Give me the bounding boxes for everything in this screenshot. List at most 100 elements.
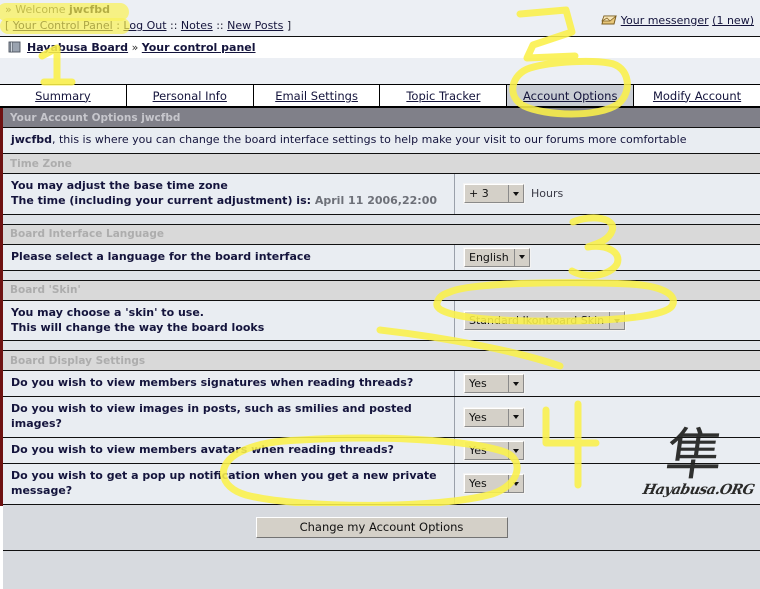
view-signatures-value: Yes (469, 377, 487, 391)
your-messenger-link[interactable]: Your messenger (621, 14, 709, 27)
welcome-text: » Welcome jwcfbd (5, 3, 110, 16)
book-icon (8, 41, 22, 53)
view-images-value: Yes (469, 410, 487, 424)
row-view-avatars-label: Do you wish to view members avatars when… (3, 438, 455, 464)
row-language-label: Please select a language for the board i… (3, 244, 455, 270)
skin-label-line1: You may choose a 'skin' to use. (11, 305, 204, 319)
tab-email-settings[interactable]: Email Settings (253, 85, 381, 106)
link-sep-3: :: (212, 19, 228, 32)
pm-popup-value: Yes (469, 477, 487, 491)
bracket-open: [ (5, 19, 13, 32)
row-skin-control: Standard Ikonboard Skin (455, 301, 760, 341)
row-skin: You may choose a 'skin' to use. This wil… (3, 300, 760, 342)
link-sep-2: :: (166, 19, 181, 32)
bracket-close: ] (283, 19, 292, 32)
change-account-options-button[interactable]: Change my Account Options (255, 516, 508, 538)
row-view-signatures-label: Do you wish to view members signatures w… (3, 371, 455, 397)
panel-intro-text: , this is where you can change the board… (52, 133, 687, 146)
chevron-down-icon (508, 475, 523, 493)
view-avatars-value: Yes (469, 444, 487, 458)
row-view-images-control: Yes (455, 397, 760, 437)
view-signatures-select[interactable]: Yes (464, 374, 524, 394)
tab-email-settings-label: Email Settings (275, 88, 358, 103)
row-timezone-control: + 3 Hours (455, 174, 760, 214)
timezone-current-time: April 11 2006,22:00 (314, 193, 438, 207)
tab-personal-info-label: Personal Info (152, 88, 227, 103)
panel-intro-row: jwcfbd, this is where you can change the… (3, 128, 760, 154)
row-view-avatars-control: Yes (455, 438, 760, 463)
row-view-images-label: Do you wish to view images in posts, suc… (3, 397, 455, 438)
breadcrumb-bar: Hayabusa Board » Your control panel (0, 36, 760, 60)
timezone-label-line2: The time (including your current adjustm… (11, 193, 312, 207)
messenger-new-count[interactable]: (1 new) (712, 14, 754, 27)
row-timezone-label: You may adjust the base time zone The ti… (3, 174, 455, 214)
tab-gap-area (0, 58, 760, 86)
chevron-down-icon (508, 185, 523, 203)
panel-intro: jwcfbd, this is where you can change the… (3, 128, 760, 153)
chevron-down-icon (508, 375, 523, 393)
skin-select[interactable]: Standard Ikonboard Skin (464, 311, 626, 331)
tab-account-options[interactable]: Account Options (507, 85, 635, 106)
breadcrumb-home-link[interactable]: Hayabusa Board (27, 41, 128, 54)
tab-summary-label: Summary (35, 88, 91, 103)
row-pm-popup: Do you wish to get a pop up notification… (3, 464, 760, 505)
new-posts-link[interactable]: New Posts (227, 19, 283, 32)
panel-footer-pad (3, 550, 760, 589)
page-root: » Welcome jwcfbd [ Your Control Panel : … (0, 0, 760, 589)
log-out-link[interactable]: Log Out (123, 19, 166, 32)
link-sep-1: : (112, 19, 124, 32)
view-images-select[interactable]: Yes (464, 407, 524, 427)
section-header-timezone: Time Zone (3, 154, 760, 174)
row-language: Please select a language for the board i… (3, 244, 760, 271)
user-link-line: [ Your Control Panel : Log Out :: Notes … (5, 19, 291, 32)
row-pm-popup-label: Do you wish to get a pop up notification… (3, 464, 455, 504)
chevron-down-icon (508, 408, 523, 426)
row-skin-label: You may choose a 'skin' to use. This wil… (3, 300, 455, 341)
panel-title: Your Account Options jwcfbd (3, 108, 760, 128)
row-timezone: You may adjust the base time zone The ti… (3, 174, 760, 215)
welcome-username: jwcfbd (69, 3, 111, 16)
notes-link[interactable]: Notes (181, 19, 213, 32)
messenger-area[interactable]: Your messenger (1 new) (601, 13, 754, 27)
row-pm-popup-control: Yes (455, 464, 760, 504)
timezone-units-label: Hours (531, 187, 564, 201)
breadcrumb-current-link[interactable]: Your control panel (142, 41, 256, 54)
submit-row: Change my Account Options (3, 504, 760, 551)
tab-account-options-label: Account Options (522, 88, 618, 103)
chevron-down-icon (513, 248, 529, 266)
envelope-icon (601, 13, 617, 26)
spacer-after-language (3, 270, 760, 281)
breadcrumb: Hayabusa Board » Your control panel (8, 41, 256, 54)
row-language-control: English (455, 245, 760, 270)
tab-modify-account[interactable]: Modify Account (634, 85, 760, 106)
row-view-avatars: Do you wish to view members avatars when… (3, 438, 760, 465)
tab-summary[interactable]: Summary (0, 85, 127, 106)
pm-popup-select[interactable]: Yes (464, 474, 524, 494)
breadcrumb-separator: » (131, 41, 139, 54)
tab-topic-tracker-label: Topic Tracker (406, 88, 481, 103)
view-avatars-select[interactable]: Yes (464, 441, 524, 461)
row-view-signatures-control: Yes (455, 371, 760, 396)
tab-modify-account-label: Modify Account (652, 88, 742, 103)
tab-personal-info[interactable]: Personal Info (126, 85, 254, 106)
user-topbar: » Welcome jwcfbd [ Your Control Panel : … (0, 0, 760, 36)
account-options-panel: Your Account Options jwcfbd jwcfbd, this… (0, 108, 760, 589)
section-header-display: Board Display Settings (3, 351, 760, 372)
language-select-value: English (469, 250, 509, 264)
welcome-prefix: » Welcome (5, 3, 70, 16)
spacer-after-timezone (3, 214, 760, 225)
section-header-language: Board Interface Language (3, 224, 760, 245)
row-view-signatures: Do you wish to view members signatures w… (3, 371, 760, 398)
chevron-down-icon (508, 442, 523, 460)
language-select[interactable]: English (464, 247, 530, 267)
timezone-select[interactable]: + 3 (464, 184, 524, 204)
row-view-images: Do you wish to view images in posts, suc… (3, 397, 760, 439)
skin-label-line2: This will change the way the board looks (11, 320, 265, 334)
panel-intro-username: jwcfbd (11, 133, 52, 146)
cp-tab-bar: Summary Personal Info Email Settings Top… (0, 84, 760, 108)
your-control-panel-link[interactable]: Your Control Panel (13, 19, 113, 32)
chevron-down-icon (609, 312, 625, 330)
timezone-select-value: + 3 (469, 187, 489, 201)
spacer-after-skin (3, 341, 760, 352)
tab-topic-tracker[interactable]: Topic Tracker (380, 85, 508, 106)
